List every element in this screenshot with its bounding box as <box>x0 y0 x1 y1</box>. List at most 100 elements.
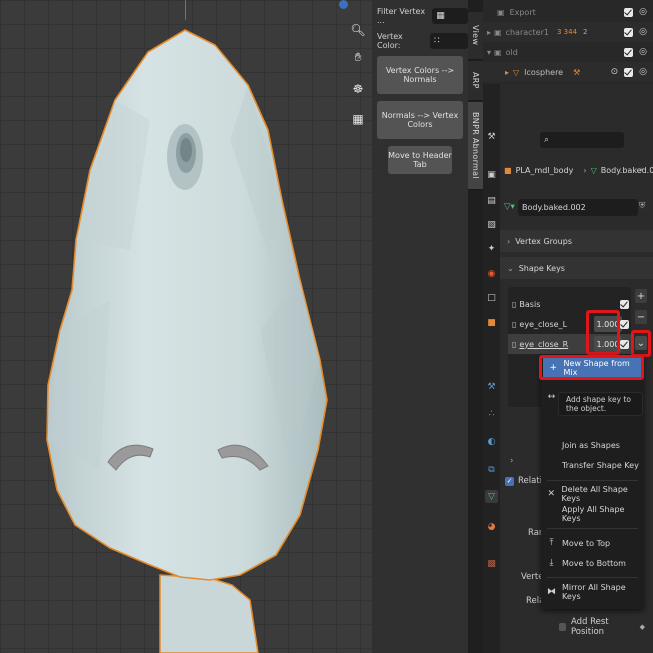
shield-icon[interactable]: ⛨ <box>639 201 645 211</box>
checkbox-icon <box>624 67 634 77</box>
filter-vertex-row: Filter Vertex ... ▦ <box>377 7 468 25</box>
menu-apply-all-shape-keys[interactable]: Apply All Shape Keys <box>541 504 644 524</box>
target-icon: ⊙ <box>610 67 619 77</box>
modifier-wrench-icon[interactable]: ⚒ <box>485 380 498 393</box>
mesh-name-field[interactable]: Body.baked.002 <box>518 199 638 216</box>
x-icon: ✕ <box>547 489 556 499</box>
zoom-icon[interactable]: 🔍︎ <box>349 21 367 39</box>
menu-delete-all-shape-keys[interactable]: ✕ Delete All Shape Keys <box>541 484 644 504</box>
world-icon[interactable]: ◉ <box>485 267 498 280</box>
render-icon[interactable]: ▣ <box>485 168 498 181</box>
checkbox-icon <box>624 27 634 37</box>
chevron-down-icon: ⌄ <box>507 263 514 273</box>
outliner: ▣ Export ◎ ▸ ▣ character1 3 344 2 ◎ ▾ ▣ … <box>483 0 653 84</box>
checkbox-icon <box>620 339 629 349</box>
armature-badge: 3 344 <box>556 28 578 36</box>
hand-icon[interactable]: ✋︎ <box>349 48 367 66</box>
eye-icon: ◎ <box>639 47 647 57</box>
vertex-colors-to-normals-button[interactable]: Vertex Colors --> Normals <box>377 56 463 94</box>
camera-icon[interactable]: ☸ <box>349 80 367 98</box>
mesh-icon: ▽ <box>590 166 597 175</box>
vertex-color-field[interactable]: ∷ <box>429 33 468 49</box>
menu-move-to-top[interactable]: ⤒ Move to Top <box>541 533 644 553</box>
annotation-values <box>586 310 620 355</box>
properties-tab-bar: ⚒ ▣ ▤ ▧ ✦ ◉ □ ■ ⚒ ∴ ◐ ⧉ ▽ ◕ ▩ <box>483 84 500 653</box>
mesh-datablock-icon[interactable]: ▽▾ <box>504 202 515 212</box>
collection-icon[interactable]: □ <box>485 291 498 304</box>
mirror-icon: ⧓ <box>547 587 556 597</box>
shape-key-icon: ▯ <box>512 299 517 309</box>
menu-separator <box>547 480 638 481</box>
remove-shape-key-button[interactable]: − <box>635 310 647 324</box>
filter-vertex-label: Filter Vertex ... <box>377 7 426 25</box>
annotation-dropdown <box>631 330 651 357</box>
head-model <box>46 29 328 653</box>
tooltip: Add shape key to the object. <box>558 392 643 416</box>
chevron-right-icon: › <box>583 166 587 175</box>
object-icon[interactable]: ■ <box>485 316 498 329</box>
shape-key-icon: ▯ <box>512 339 517 349</box>
vertex-groups-panel[interactable]: › Vertex Groups <box>500 230 653 252</box>
tool-icon[interactable]: ⚒ <box>485 130 498 143</box>
outliner-row-export[interactable]: ▣ Export ◎ <box>483 2 653 22</box>
menu-join-as-shapes[interactable]: Join as Shapes <box>541 435 644 455</box>
material-icon[interactable]: ◕ <box>485 520 498 533</box>
checkbox-icon <box>620 299 629 309</box>
mesh-badge: 2 <box>583 28 588 36</box>
mesh-data-icon[interactable]: ▽ <box>485 490 498 503</box>
particles-icon[interactable]: ∴ <box>485 407 498 420</box>
add-rest-position-row[interactable]: Add Rest Position ◆ <box>559 617 645 637</box>
physics-icon[interactable]: ◐ <box>485 435 498 448</box>
move-bottom-icon: ⤓ <box>549 558 554 568</box>
menu-move-to-bottom[interactable]: ⤓ Move to Bottom <box>541 553 644 573</box>
scene-icon[interactable]: ✦ <box>485 242 498 255</box>
breadcrumb-mesh[interactable]: Body.baked.002 <box>601 166 653 175</box>
sidebar-tabs: View ARP BNPR Abnormal <box>468 0 483 653</box>
axis-line <box>185 0 186 20</box>
outliner-row-old[interactable]: ▾ ▣ old ◎ <box>483 42 653 62</box>
search-icon: ⌕ <box>544 135 550 145</box>
vertex-color-row: Vertex Color: ∷ <box>377 32 468 50</box>
move-to-header-tab-button[interactable]: Move to Header Tab <box>388 146 452 174</box>
add-shape-key-button[interactable]: + <box>635 289 647 303</box>
annotation-new-shape <box>539 355 644 380</box>
breadcrumb: ■ PLA_mdl_body › ▽ Body.baked.002 <box>504 166 653 175</box>
pin-icon[interactable]: ⌖ <box>639 165 644 175</box>
eye-icon: ◎ <box>639 27 647 37</box>
shape-key-icon: ▯ <box>512 319 517 329</box>
texture-icon[interactable]: ▩ <box>485 557 498 570</box>
shape-keys-panel[interactable]: ⌄ Shape Keys <box>500 257 653 279</box>
output-icon[interactable]: ▤ <box>485 194 498 207</box>
checkbox-icon <box>624 47 634 57</box>
menu-separator <box>547 577 638 578</box>
eye-icon: ◎ <box>639 67 647 77</box>
properties-search[interactable]: ⌕ <box>540 132 624 148</box>
3d-viewport[interactable]: 🔍︎ ✋︎ ☸ ▦ <box>0 0 372 653</box>
chevron-right-icon: › <box>507 236 511 246</box>
checkbox-icon <box>620 319 629 329</box>
menu-mirror-all-shape-keys[interactable]: ⧓ Mirror All Shape Keys <box>541 582 644 602</box>
vertex-color-label: Vertex Color: <box>377 32 403 50</box>
tab-view[interactable]: View <box>468 12 483 60</box>
filter-vertex-field[interactable]: ▦ <box>432 8 468 24</box>
navigation-gizmo[interactable] <box>339 0 348 9</box>
menu-transfer-shape-key[interactable]: Transfer Shape Key <box>541 455 644 475</box>
tab-bnpr-abnormal[interactable]: BNPR Abnormal <box>468 102 483 190</box>
move-top-icon: ⤒ <box>549 538 554 548</box>
grid-icon[interactable]: ▦ <box>349 110 367 128</box>
arrows-icon: ↔ <box>547 392 556 402</box>
constraints-icon[interactable]: ⧉ <box>485 463 498 476</box>
outliner-row-icosphere[interactable]: ▸ ▽ Icosphere ⚒ ⊙ ◎ <box>483 62 653 82</box>
breadcrumb-object[interactable]: PLA_mdl_body <box>516 166 574 175</box>
menu-separator <box>547 528 638 529</box>
tab-arp[interactable]: ARP <box>468 61 483 101</box>
checkbox-icon <box>624 7 634 17</box>
outliner-row-character1[interactable]: ▸ ▣ character1 3 344 2 ◎ <box>483 22 653 42</box>
object-icon: ■ <box>504 166 512 175</box>
dot-icon: ◆ <box>639 623 645 631</box>
modifier-icon: ⚒ <box>573 67 581 77</box>
chevron-right-icon[interactable]: › <box>510 456 513 466</box>
view-layer-icon[interactable]: ▧ <box>485 218 498 231</box>
normals-to-vertex-colors-button[interactable]: Normals --> Vertex Colors <box>377 101 463 139</box>
sidebar-n-panel: Filter Vertex ... ▦ Vertex Color: ∷ Vert… <box>372 0 468 653</box>
